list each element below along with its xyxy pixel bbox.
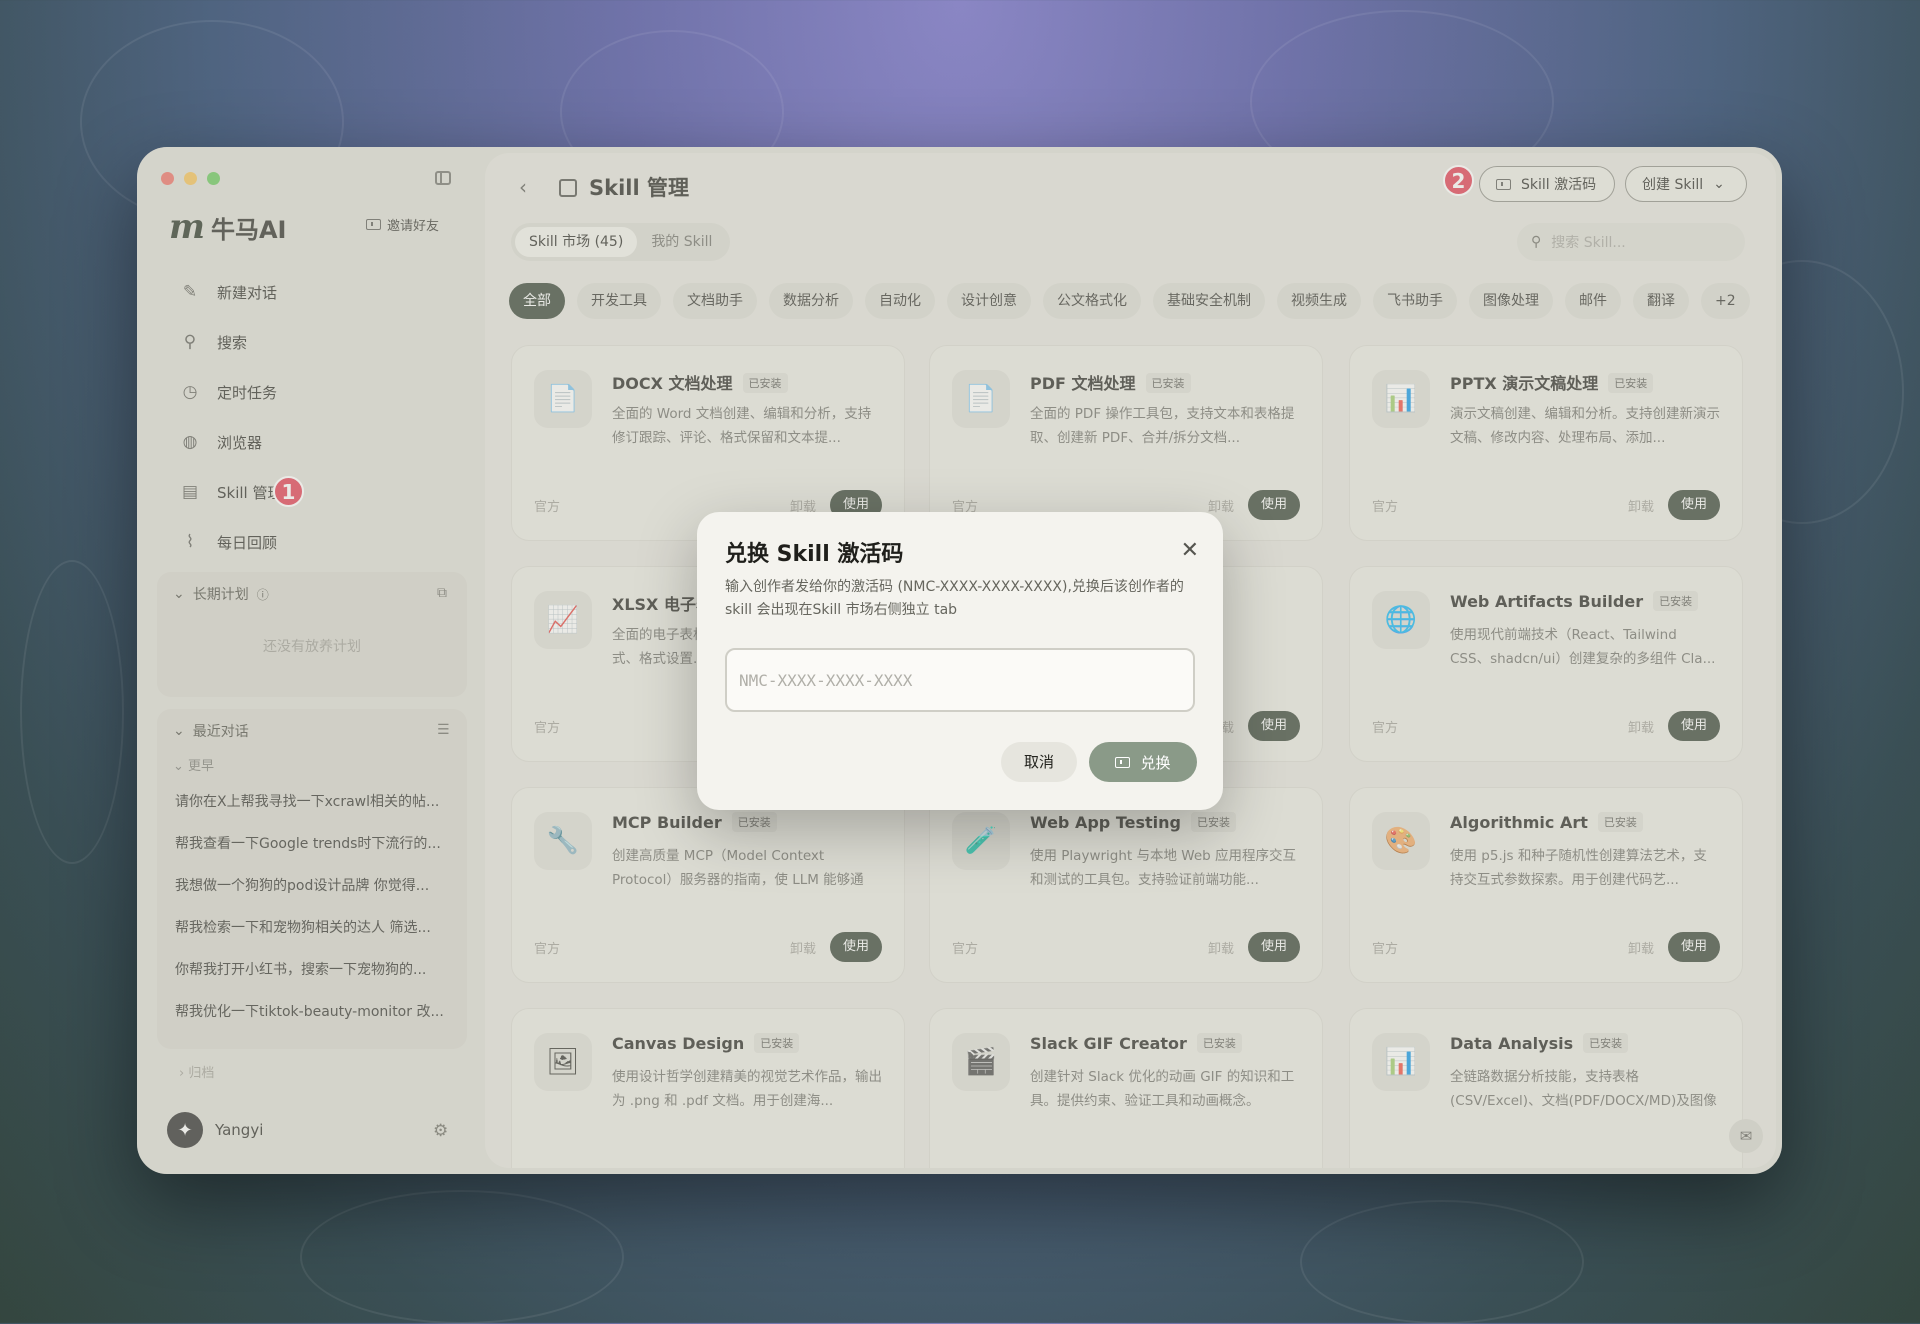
dialog-description: 输入创作者发给你的激活码 (NMC-XXXX-XXXX-XXXX),兑换后该创作… xyxy=(725,579,1184,618)
ticket-icon xyxy=(1115,756,1131,768)
close-icon[interactable]: ✕ xyxy=(1181,538,1199,563)
redeem-label: 兑换 xyxy=(1140,753,1171,772)
redeem-button[interactable]: 兑换 xyxy=(1089,742,1197,782)
redeem-code-dialog: 兑换 Skill 激活码 ✕ 输入创作者发给你的激活码 (NMC-XXXX-XX… xyxy=(697,512,1223,810)
dialog-title: 兑换 Skill 激活码 xyxy=(725,542,904,567)
activation-code-input[interactable] xyxy=(725,648,1195,712)
cancel-button[interactable]: 取消 xyxy=(1001,742,1077,782)
